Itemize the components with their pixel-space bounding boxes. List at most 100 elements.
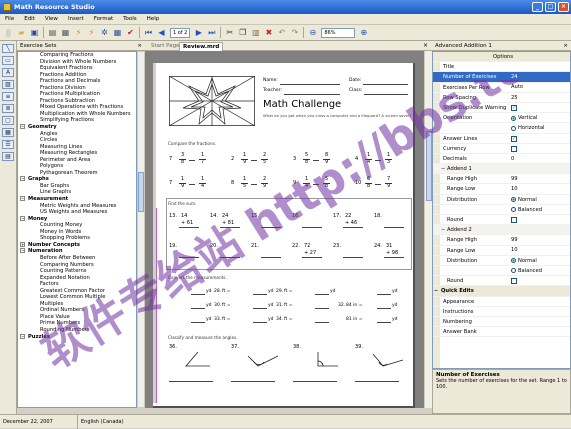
checkbox-icon[interactable] [511,217,517,223]
collapse-icon[interactable]: − [434,286,438,296]
list-tool-icon[interactable]: ☰ [2,140,14,149]
radio-icon[interactable] [511,115,516,121]
align-left-icon[interactable]: ≡ [2,92,14,101]
radio-icon[interactable] [511,197,516,203]
text-tool-icon[interactable]: A [2,68,14,77]
property-row[interactable]: Number of Exercises 24 [433,72,570,83]
new-document-icon[interactable]: ▯ [3,27,14,38]
last-page-icon[interactable]: ⏭ [206,27,217,38]
zoom-field[interactable]: 86% [321,27,356,38]
property-row[interactable]: Title [433,62,570,73]
property-row[interactable]: Show Duplicate Warning ✓ [433,103,570,114]
property-row[interactable]: Balanced [433,205,570,215]
scrollbar-thumb[interactable] [138,172,144,212]
collapse-icon[interactable]: − [20,333,25,339]
property-row[interactable]: Horizontal [433,123,570,134]
radio-icon[interactable] [511,268,516,274]
menu-view[interactable]: View [40,14,63,25]
collapse-icon[interactable]: − [20,124,25,130]
save-icon[interactable]: ▣ [29,27,40,38]
minimize-button[interactable]: _ [532,2,543,12]
collapse-icon[interactable]: − [441,164,445,174]
property-row[interactable]: Range Low 10 [433,246,570,256]
border-tool-icon[interactable]: ▢ [2,116,14,125]
property-row[interactable]: Orientation Vertical [433,113,570,124]
property-value[interactable] [511,144,517,154]
shuffle-icon[interactable]: ⚡ [86,27,97,38]
collapse-icon[interactable]: − [441,225,445,235]
property-value[interactable]: 0 [511,154,514,164]
print-icon[interactable]: ▤ [47,27,58,38]
paste-icon[interactable]: ▥ [250,27,261,38]
property-value[interactable] [511,215,517,225]
preview-icon[interactable]: ▦ [60,27,71,38]
radio-option[interactable]: Vertical [511,113,537,123]
property-value[interactable]: 10 [511,184,518,194]
property-row[interactable]: Exercises Per Row Auto [433,83,570,93]
align-right-icon[interactable]: ≣ [2,104,14,113]
next-page-icon[interactable]: ▶ [193,27,204,38]
previous-page-icon[interactable]: ◀ [156,27,167,38]
property-row[interactable]: Range High 99 [433,235,570,246]
page-tool-icon[interactable]: ▤ [2,152,14,161]
radio-icon[interactable] [511,125,516,131]
settings-icon[interactable]: ✲ [99,27,110,38]
copy-icon[interactable]: ❐ [237,27,248,38]
property-value[interactable]: 10 [511,246,518,256]
radio-option[interactable]: Normal [511,256,537,266]
redo-icon[interactable]: ↷ [289,27,300,38]
refresh-icon[interactable]: ⚡ [73,27,84,38]
radio-option[interactable]: Horizontal [511,123,545,133]
property-row[interactable]: Answer Lines ✓ [433,134,570,144]
menu-insert[interactable]: Insert [63,14,89,25]
menu-format[interactable]: Format [89,14,118,25]
grid-icon[interactable]: ▦ [112,27,123,38]
property-row[interactable]: Round [433,215,570,226]
radio-option[interactable]: Normal [511,195,537,205]
close-button[interactable]: × [558,2,569,12]
property-row[interactable]: Addend 1− [433,164,570,175]
property-value[interactable]: ✓ [511,134,517,144]
property-row[interactable]: Numbering [433,317,570,328]
line-tool-icon[interactable]: ╲ [2,44,14,53]
rectangle-tool-icon[interactable]: ▭ [2,56,14,65]
property-value[interactable]: 24 [511,72,518,82]
property-row[interactable]: Row Spacing 25 [433,93,570,103]
radio-icon[interactable] [511,207,516,213]
property-row[interactable]: Round [433,276,570,287]
property-row[interactable]: Addend 2− [433,225,570,236]
first-page-icon[interactable]: ⏮ [143,27,154,38]
tab-close-icon[interactable]: × [423,41,428,51]
open-folder-icon[interactable]: ▰ [16,27,27,38]
checkbox-icon[interactable] [511,145,517,152]
property-row[interactable]: Distribution Normal [433,195,570,205]
property-value[interactable]: 99 [511,174,518,184]
undo-icon[interactable]: ↶ [276,27,287,38]
cut-icon[interactable]: ✂ [224,27,235,38]
checkbox-icon[interactable]: ✓ [511,104,517,111]
tab-review[interactable]: Review.mrd [179,42,224,51]
tab-start-page[interactable]: Start Page [148,42,183,51]
radio-option[interactable]: Balanced [511,205,542,215]
collapse-icon[interactable]: − [20,248,25,254]
tree-category[interactable]: − Puzzles [18,333,136,341]
property-value[interactable]: 25 [511,93,518,103]
maximize-button[interactable]: □ [545,2,556,12]
check-icon[interactable]: ✔ [125,27,136,38]
menu-help[interactable]: Help [142,14,165,25]
property-value[interactable]: ✓ [511,103,517,113]
collapse-icon[interactable]: − [20,215,25,221]
checkbox-icon[interactable]: ✓ [511,135,517,142]
image-tool-icon[interactable]: ▨ [2,80,14,89]
property-row[interactable]: Instructions [433,307,570,317]
tab-options[interactable]: Options [493,52,513,62]
property-value[interactable]: Auto [511,83,523,93]
collapse-icon[interactable]: − [20,176,25,182]
property-row[interactable]: Decimals 0 [433,154,570,165]
property-row[interactable]: Currency [433,144,570,154]
property-row[interactable]: Appearance [433,297,570,307]
radio-icon[interactable] [511,258,516,264]
property-row[interactable]: Range High 99 [433,174,570,185]
property-value[interactable] [511,276,517,286]
zoom-out-icon[interactable]: ⊖ [307,27,318,38]
